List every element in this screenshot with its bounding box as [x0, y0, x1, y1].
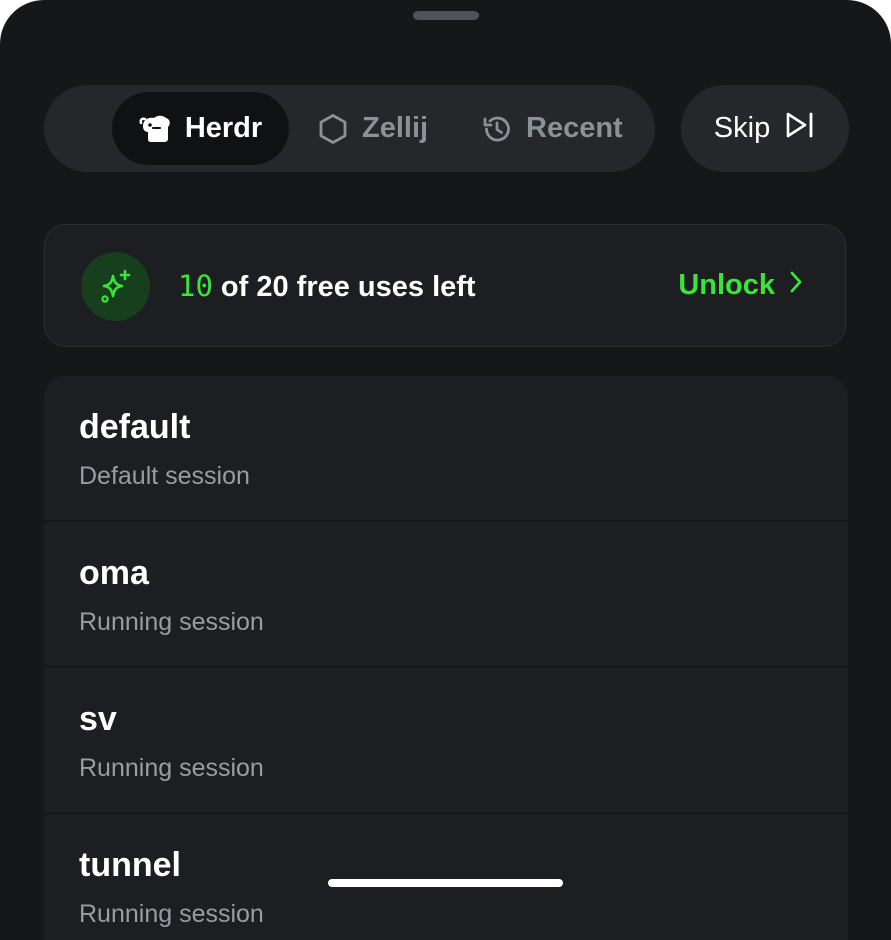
session-name: sv: [79, 700, 117, 738]
session-row[interactable]: tunnel Running session: [44, 814, 848, 940]
session-name: tunnel: [79, 846, 181, 884]
free-uses-banner: 10 of 20 free uses left Unlock: [44, 224, 846, 347]
sparkles-icon: [81, 252, 150, 321]
hexagon-icon: [316, 112, 350, 146]
free-uses-text: 10 of 20 free uses left: [178, 269, 476, 304]
chevron-right-icon: [789, 269, 803, 302]
tab-label: Zellij: [362, 112, 429, 144]
session-description: Default session: [79, 462, 250, 490]
history-icon: [480, 112, 514, 146]
session-row[interactable]: sv Running session: [44, 668, 848, 814]
session-description: Running session: [79, 900, 264, 928]
session-description: Running session: [79, 754, 264, 782]
unlock-label: Unlock: [678, 269, 775, 301]
session-list: default Default session oma Running sess…: [44, 376, 848, 940]
tab-herdr[interactable]: Herdr: [112, 92, 289, 165]
session-row[interactable]: oma Running session: [44, 522, 848, 668]
tab-label: Recent: [526, 112, 623, 144]
skip-label: Skip: [713, 112, 771, 144]
session-name: default: [79, 408, 191, 446]
home-indicator: [328, 879, 563, 887]
free-uses-label: of 20 free uses left: [220, 271, 476, 303]
skip-forward-icon: [784, 110, 816, 148]
session-name: oma: [79, 554, 149, 592]
session-description: Running session: [79, 608, 264, 636]
session-row[interactable]: default Default session: [44, 376, 848, 522]
herdr-icon: [139, 112, 173, 146]
tab-recent[interactable]: Recent: [480, 92, 623, 165]
unlock-button[interactable]: Unlock: [678, 269, 803, 302]
free-uses-count: 10: [178, 269, 213, 303]
multiplexer-tab-bar: ux Herdr Zellij: [44, 85, 655, 172]
tab-zellij[interactable]: Zellij: [316, 92, 428, 165]
tab-label: Herdr: [184, 112, 263, 144]
skip-button[interactable]: Skip: [681, 85, 849, 172]
bottom-sheet: ux Herdr Zellij: [0, 0, 891, 940]
sheet-grabber[interactable]: [413, 11, 479, 20]
